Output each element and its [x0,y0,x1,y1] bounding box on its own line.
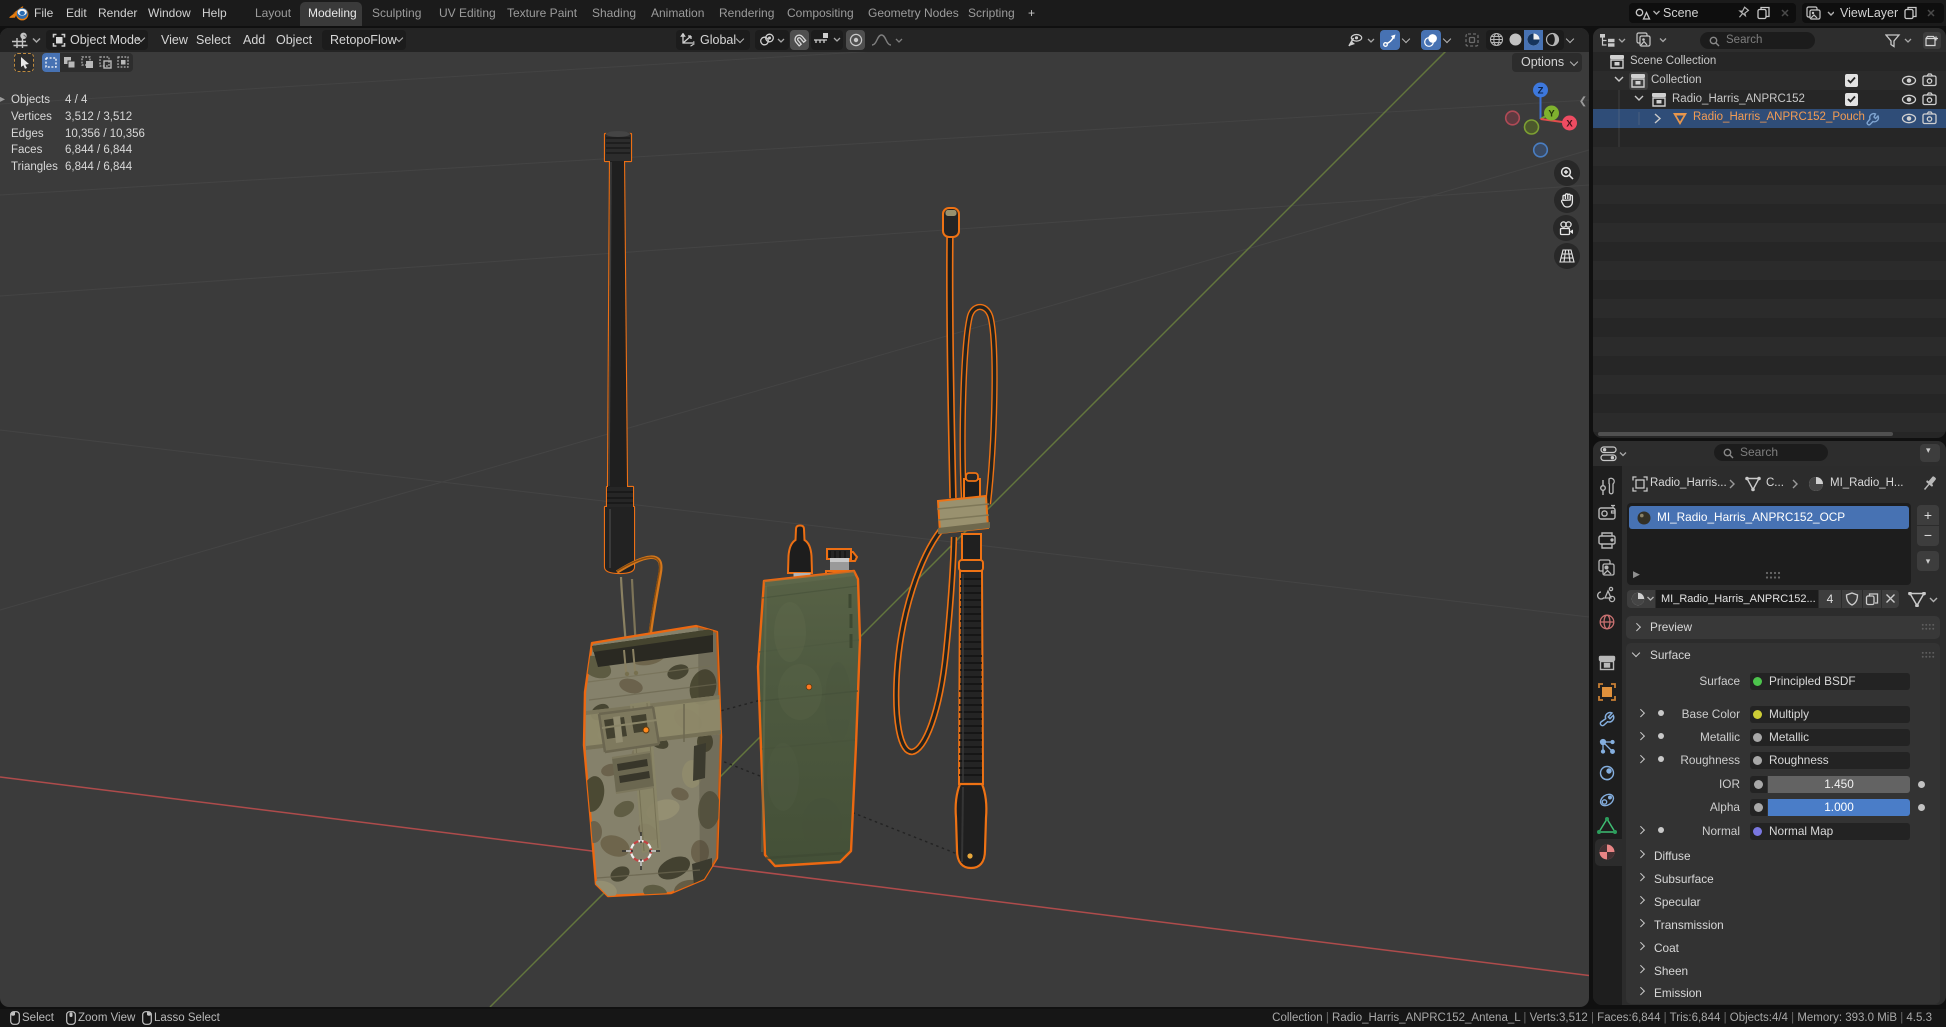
svg-text:Z: Z [1538,86,1544,97]
svg-text:Y: Y [1548,109,1555,120]
svg-text:X: X [1566,119,1573,130]
